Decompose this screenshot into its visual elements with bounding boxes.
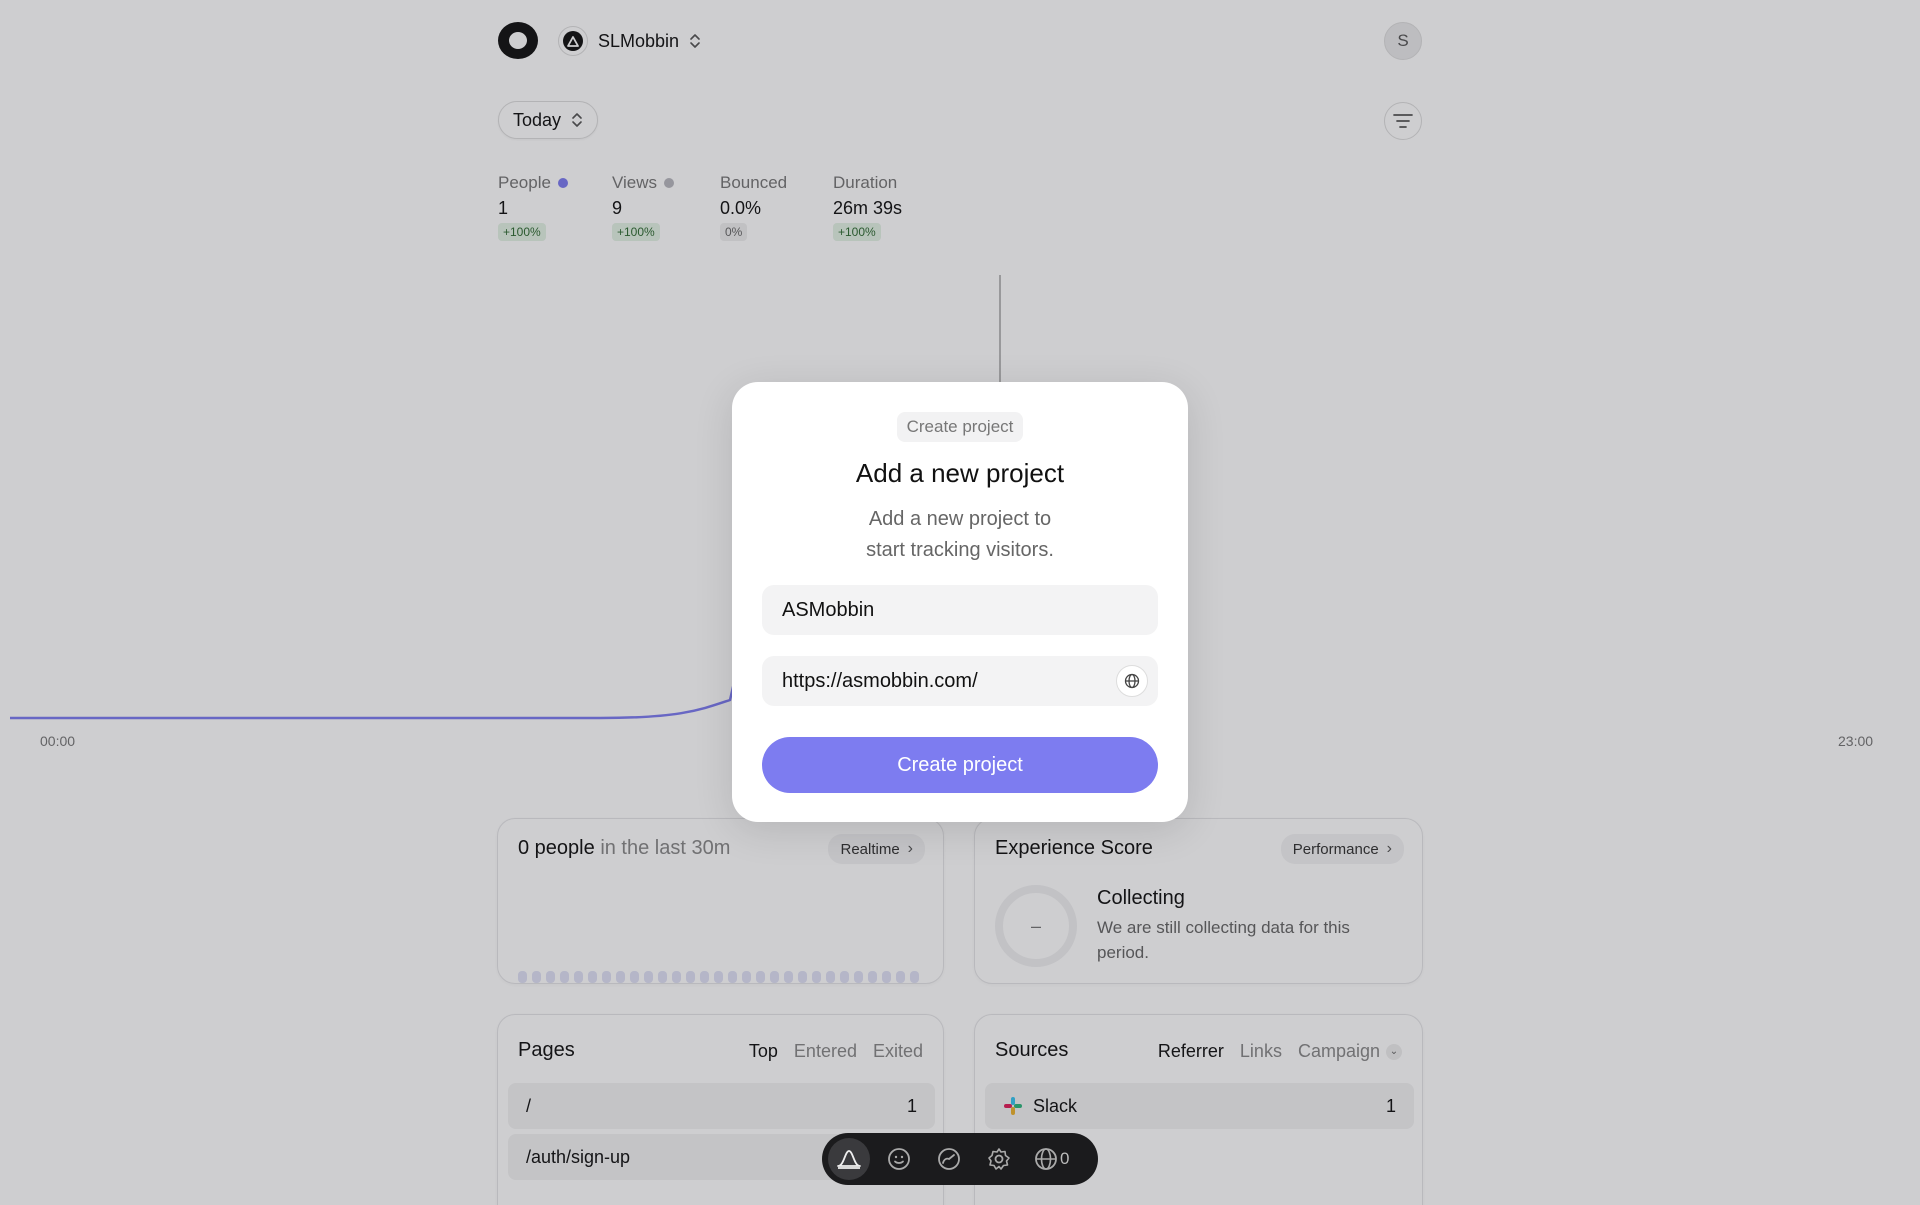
dashboard-page: SLMobbin S Today People 1 +100% Views 9 …	[0, 0, 1920, 1205]
create-project-modal: Create project Add a new project Add a n…	[732, 382, 1188, 822]
globe-button[interactable]: 0	[1028, 1138, 1075, 1180]
live-count: 0	[1060, 1149, 1070, 1168]
modal-tag: Create project	[732, 412, 1188, 442]
project-url-field[interactable]: https://asmobbin.com/	[762, 656, 1158, 706]
project-name-field[interactable]: ASMobbin	[762, 585, 1158, 635]
analytics-icon[interactable]	[828, 1138, 870, 1180]
globe-icon	[1035, 1148, 1057, 1170]
gauge-icon[interactable]	[928, 1138, 970, 1180]
modal-title: Add a new project	[855, 458, 1065, 488]
modal-desc-line-2: start tracking visitors.	[866, 539, 1054, 561]
modal-tag-label: Create project	[896, 412, 1024, 442]
smile-icon[interactable]	[878, 1138, 920, 1180]
bottom-dock: 0	[822, 1133, 1098, 1185]
modal-desc-line-1: Add a new project to	[868, 508, 1052, 530]
create-project-button[interactable]: Create project	[762, 737, 1158, 793]
settings-icon[interactable]	[978, 1138, 1020, 1180]
modal-description: Add a new project to start tracking visi…	[732, 504, 1188, 566]
project-url-value: https://asmobbin.com/	[782, 669, 978, 692]
globe-icon[interactable]	[1116, 665, 1148, 697]
